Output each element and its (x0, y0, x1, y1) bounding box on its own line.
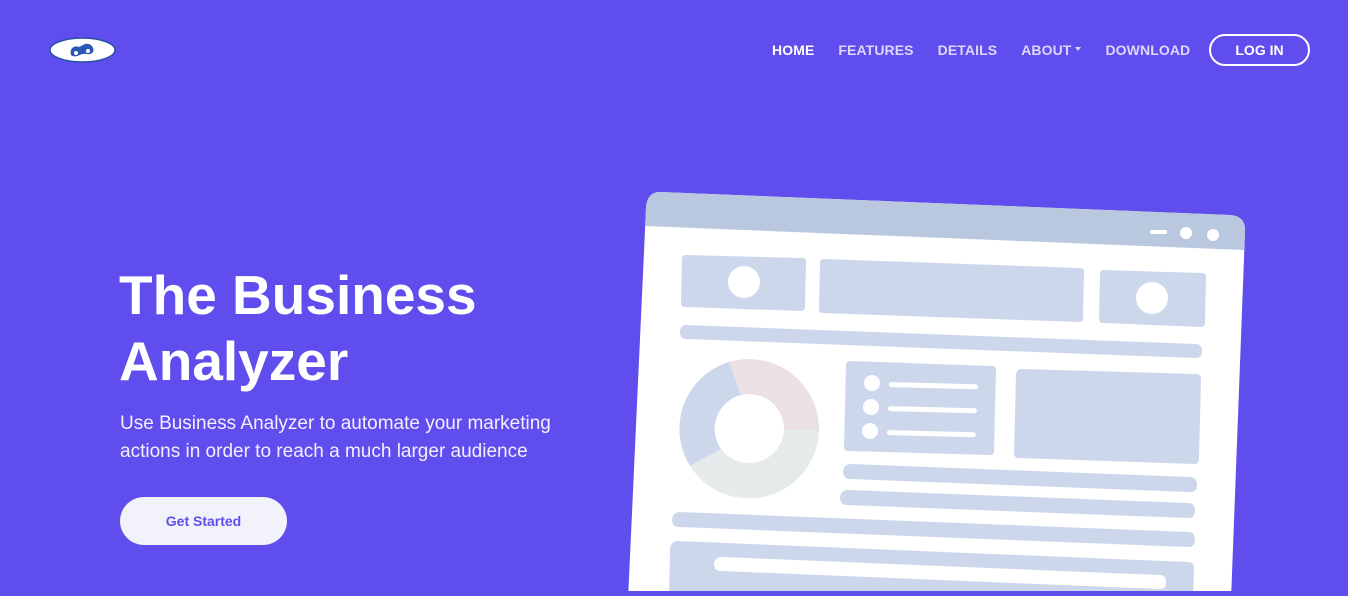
nav-home[interactable]: HOME (772, 42, 814, 58)
nav-download[interactable]: DOWNLOAD (1105, 42, 1190, 58)
nav-about-label: ABOUT (1021, 42, 1072, 58)
hero-title: The Business Analyzer (119, 264, 477, 392)
nav-details[interactable]: DETAILS (938, 42, 998, 58)
navbar: HOME FEATURES DETAILS ABOUT DOWNLOAD LOG… (0, 0, 1348, 100)
nav-features[interactable]: FEATURES (838, 42, 913, 58)
get-started-button[interactable]: Get Started (120, 497, 287, 545)
bicycle-logo-icon (49, 37, 116, 63)
dashboard-mockup-icon (628, 192, 1246, 596)
login-button[interactable]: LOG IN (1209, 34, 1310, 66)
nav-about[interactable]: ABOUT (1021, 42, 1082, 58)
dashboard-illustration (620, 185, 1260, 596)
main-nav: HOME FEATURES DETAILS ABOUT DOWNLOAD (772, 42, 1214, 58)
hero-subtitle: Use Business Analyzer to automate your m… (120, 413, 551, 462)
chevron-down-icon (1075, 47, 1082, 52)
logo[interactable] (49, 36, 116, 64)
